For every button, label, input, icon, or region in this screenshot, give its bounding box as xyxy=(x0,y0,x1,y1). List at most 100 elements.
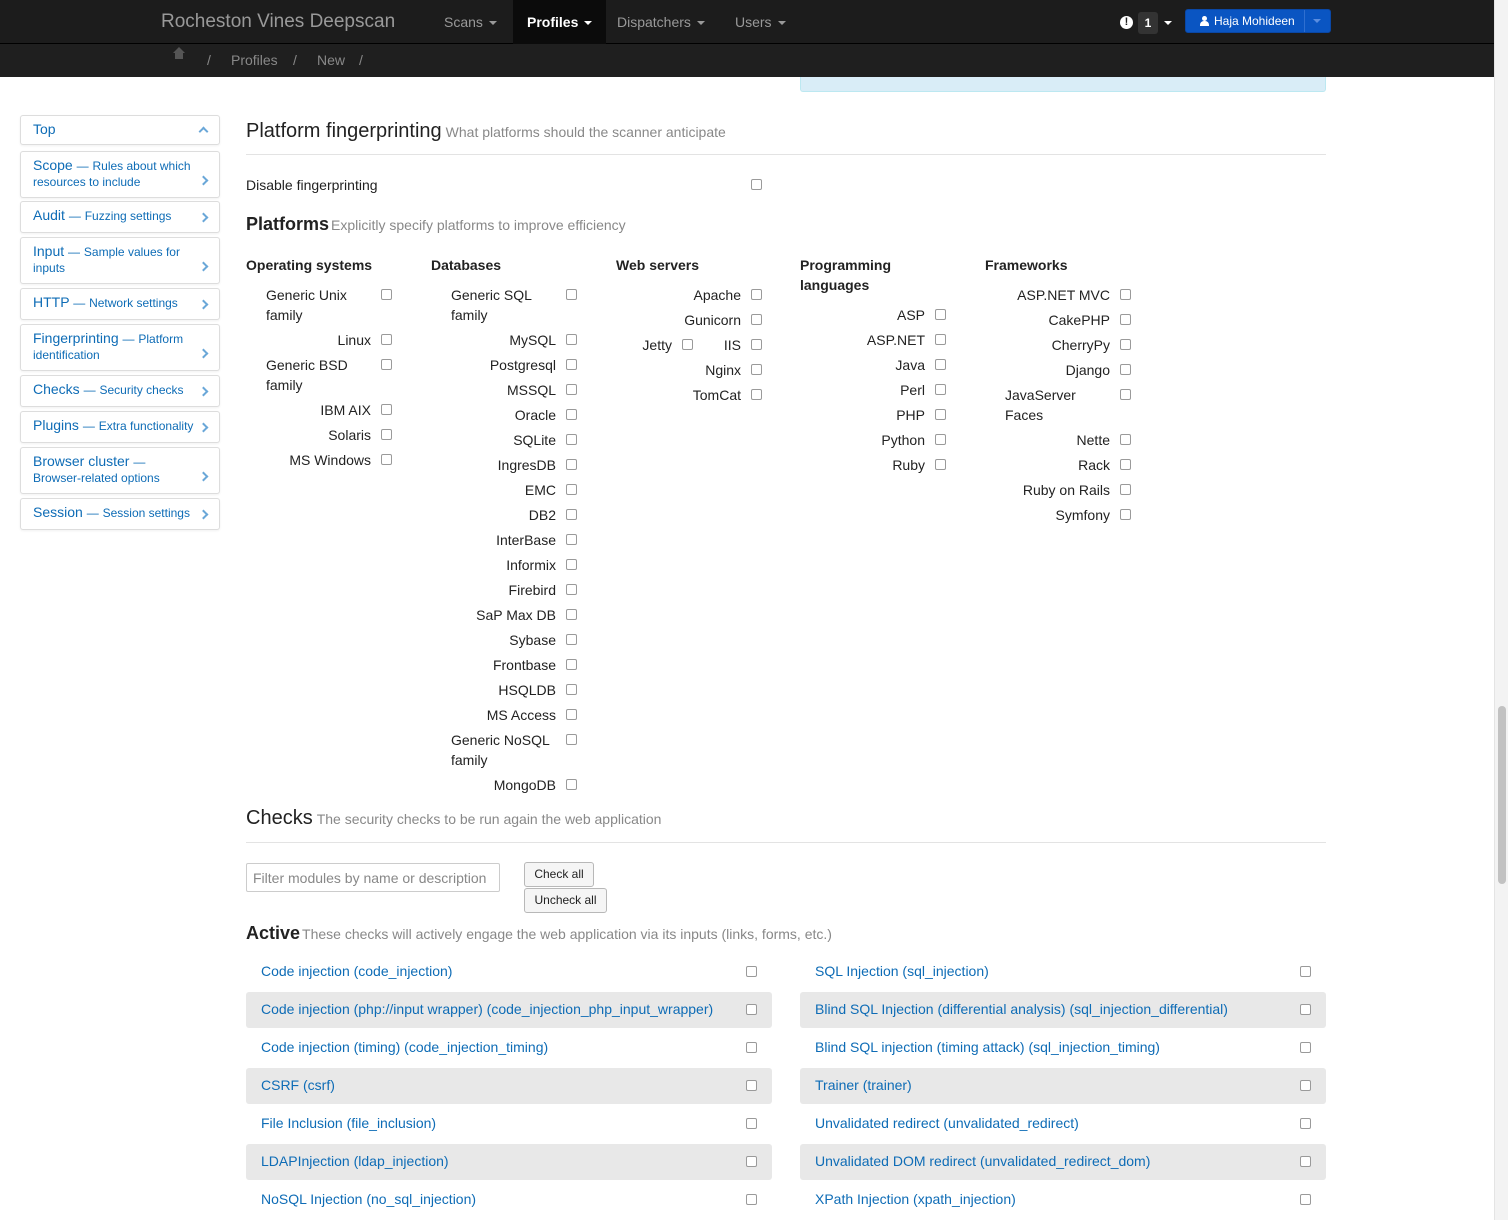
home-icon[interactable] xyxy=(173,47,185,62)
platform-option-checkbox[interactable] xyxy=(381,454,392,465)
sidebar-item-http[interactable]: HTTP — Network settings xyxy=(20,288,220,320)
sidebar-item-fingerprinting[interactable]: Fingerprinting — Platform identification xyxy=(20,324,220,371)
platform-option-checkbox[interactable] xyxy=(566,409,577,420)
platform-option-checkbox[interactable] xyxy=(566,459,577,470)
check-module-checkbox[interactable] xyxy=(746,1042,757,1053)
sidebar-item-plugins[interactable]: Plugins — Extra functionality xyxy=(20,411,220,443)
check-module-link[interactable]: Code injection (code_injection) xyxy=(261,963,452,979)
platform-option-checkbox[interactable] xyxy=(566,584,577,595)
platform-option-checkbox[interactable] xyxy=(751,314,762,325)
platform-option-checkbox[interactable] xyxy=(381,404,392,415)
brand-title[interactable]: Rocheston Vines Deepscan xyxy=(161,11,395,33)
check-module-link[interactable]: Unvalidated redirect (unvalidated_redire… xyxy=(815,1115,1079,1131)
platform-option-checkbox[interactable] xyxy=(1120,364,1131,375)
check-module-checkbox[interactable] xyxy=(746,1194,757,1205)
check-module-link[interactable]: Blind SQL injection (timing attack) (sql… xyxy=(815,1039,1160,1055)
sidebar-item-checks[interactable]: Checks — Security checks xyxy=(20,375,220,407)
sidebar-item-session[interactable]: Session — Session settings xyxy=(20,498,220,530)
platform-option-checkbox[interactable] xyxy=(566,484,577,495)
platform-option-checkbox[interactable] xyxy=(1120,389,1131,400)
platform-option-checkbox[interactable] xyxy=(566,559,577,570)
sidebar-item-input[interactable]: Input — Sample values for inputs xyxy=(20,237,220,284)
platform-option-checkbox[interactable] xyxy=(935,434,946,445)
platform-option-checkbox[interactable] xyxy=(751,389,762,400)
platform-option-checkbox[interactable] xyxy=(566,509,577,520)
scrollbar-thumb[interactable] xyxy=(1498,706,1506,884)
platform-option-checkbox[interactable] xyxy=(1120,459,1131,470)
nav-profiles[interactable]: Profiles xyxy=(513,0,607,44)
sidebar-item-audit[interactable]: Audit — Fuzzing settings xyxy=(20,201,220,233)
check-module-link[interactable]: XPath Injection (xpath_injection) xyxy=(815,1191,1016,1207)
platform-option-checkbox[interactable] xyxy=(381,289,392,300)
uncheck-all-button[interactable]: Uncheck all xyxy=(524,888,607,913)
sidebar-item-top[interactable]: Top xyxy=(20,115,220,145)
check-module-checkbox[interactable] xyxy=(1300,1080,1311,1091)
platform-option-checkbox[interactable] xyxy=(381,429,392,440)
check-module-link[interactable]: LDAPInjection (ldap_injection) xyxy=(261,1153,449,1169)
check-module-checkbox[interactable] xyxy=(1300,1004,1311,1015)
check-module-checkbox[interactable] xyxy=(746,966,757,977)
check-module-link[interactable]: Unvalidated DOM redirect (unvalidated_re… xyxy=(815,1153,1150,1169)
check-module-checkbox[interactable] xyxy=(746,1004,757,1015)
platform-option-checkbox[interactable] xyxy=(1120,339,1131,350)
platform-option-checkbox[interactable] xyxy=(1120,434,1131,445)
check-module-link[interactable]: Code injection (php://input wrapper) (co… xyxy=(261,1001,713,1017)
check-module-checkbox[interactable] xyxy=(1300,1118,1311,1129)
breadcrumb-new[interactable]: New xyxy=(317,52,345,68)
platform-option-checkbox[interactable] xyxy=(935,409,946,420)
check-module-link[interactable]: File Inclusion (file_inclusion) xyxy=(261,1115,436,1131)
user-menu-button[interactable]: Haja Mohideen xyxy=(1185,9,1331,33)
platform-option-checkbox[interactable] xyxy=(566,534,577,545)
check-module-checkbox[interactable] xyxy=(1300,1042,1311,1053)
nav-users[interactable]: Users xyxy=(721,0,800,44)
check-module-checkbox[interactable] xyxy=(1300,966,1311,977)
platform-option-checkbox[interactable] xyxy=(381,359,392,370)
check-module-checkbox[interactable] xyxy=(746,1080,757,1091)
check-module-link[interactable]: Trainer (trainer) xyxy=(815,1077,912,1093)
platform-option-checkbox[interactable] xyxy=(566,384,577,395)
platform-option-checkbox[interactable] xyxy=(935,309,946,320)
platform-option-checkbox[interactable] xyxy=(751,364,762,375)
platform-option-checkbox[interactable] xyxy=(935,459,946,470)
check-module-link[interactable]: SQL Injection (sql_injection) xyxy=(815,963,989,979)
platform-option-checkbox[interactable] xyxy=(381,334,392,345)
check-module-checkbox[interactable] xyxy=(746,1156,757,1167)
sidebar-item-scope[interactable]: Scope — Rules about which resources to i… xyxy=(20,151,220,198)
check-module-link[interactable]: NoSQL Injection (no_sql_injection) xyxy=(261,1191,476,1207)
user-menu-toggle[interactable] xyxy=(1304,10,1330,32)
platform-option-checkbox[interactable] xyxy=(751,339,762,350)
platform-option-checkbox[interactable] xyxy=(566,659,577,670)
platform-option-checkbox[interactable] xyxy=(1120,289,1131,300)
page-scrollbar[interactable] xyxy=(1494,0,1508,1220)
filter-modules-input[interactable] xyxy=(246,863,500,892)
platform-option-checkbox[interactable] xyxy=(566,684,577,695)
disable-fingerprinting-checkbox[interactable] xyxy=(751,179,762,190)
check-module-link[interactable]: Code injection (timing) (code_injection_… xyxy=(261,1039,548,1055)
check-module-checkbox[interactable] xyxy=(746,1118,757,1129)
platform-option-checkbox[interactable] xyxy=(566,709,577,720)
platform-option-checkbox[interactable] xyxy=(566,334,577,345)
check-module-link[interactable]: CSRF (csrf) xyxy=(261,1077,335,1093)
platform-option-checkbox[interactable] xyxy=(566,779,577,790)
platform-option-checkbox[interactable] xyxy=(751,289,762,300)
check-module-checkbox[interactable] xyxy=(1300,1156,1311,1167)
check-all-button[interactable]: Check all xyxy=(524,862,594,887)
platform-option-checkbox[interactable] xyxy=(566,359,577,370)
platform-option-checkbox[interactable] xyxy=(566,289,577,300)
check-module-link[interactable]: Blind SQL Injection (differential analys… xyxy=(815,1001,1228,1017)
platform-option-checkbox[interactable] xyxy=(566,734,577,745)
platform-option-checkbox[interactable] xyxy=(1120,509,1131,520)
platform-option-checkbox[interactable] xyxy=(935,384,946,395)
platform-option-checkbox[interactable] xyxy=(566,609,577,620)
breadcrumb-profiles[interactable]: Profiles xyxy=(231,52,278,68)
platform-option-checkbox[interactable] xyxy=(1120,314,1131,325)
platform-option-checkbox[interactable] xyxy=(566,634,577,645)
sidebar-item-browser-cluster[interactable]: Browser cluster — Browser-related option… xyxy=(20,447,220,494)
check-module-checkbox[interactable] xyxy=(1300,1194,1311,1205)
nav-dispatchers[interactable]: Dispatchers xyxy=(603,0,719,44)
platform-option-checkbox[interactable] xyxy=(935,359,946,370)
nav-scans[interactable]: Scans xyxy=(430,0,511,44)
platform-option-checkbox[interactable] xyxy=(1120,484,1131,495)
platform-option-checkbox[interactable] xyxy=(935,334,946,345)
platform-option-checkbox[interactable] xyxy=(566,434,577,445)
